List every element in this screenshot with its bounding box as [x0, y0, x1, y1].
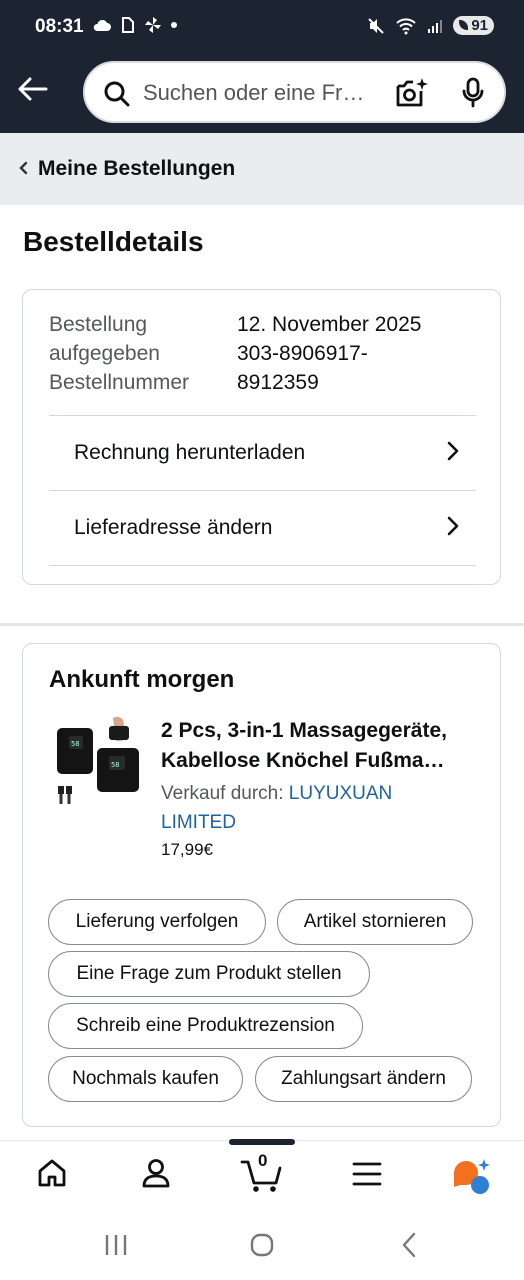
- home-icon[interactable]: [36, 1157, 68, 1189]
- page-title: Bestelldetails: [23, 226, 204, 257]
- app-header: 08:31 91: [0, 0, 524, 133]
- breadcrumb-label: Meine Bestellungen: [38, 157, 236, 180]
- active-tab-indicator: [229, 1139, 295, 1145]
- chevron-left-icon: [19, 161, 28, 174]
- product-title-line-2: Kabellose Knöchel Fußma…: [161, 749, 445, 772]
- order-number-value-2: 8912359: [237, 371, 319, 394]
- order-date-value: 12. November 2025: [237, 313, 422, 336]
- shipment-card: Ankunft morgen 58 58 2 Pcs, 3-in-1 Massa…: [22, 643, 501, 1127]
- wifi-icon: [396, 17, 417, 34]
- product-image[interactable]: 58 58: [51, 714, 143, 814]
- back-button-icon[interactable]: [400, 1232, 418, 1258]
- system-navigation-bar: [0, 1210, 524, 1280]
- breadcrumb[interactable]: Meine Bestellungen: [0, 133, 524, 205]
- cart-count: 0: [258, 1151, 268, 1170]
- change-payment-button[interactable]: Zahlungsart ändern: [255, 1056, 472, 1102]
- chevron-right-icon: [447, 441, 459, 461]
- download-invoice-label: Rechnung herunterladen: [74, 440, 306, 464]
- search-bar[interactable]: [83, 61, 506, 123]
- camera-search-icon[interactable]: [395, 77, 429, 109]
- microphone-icon[interactable]: [461, 77, 485, 109]
- svg-text:58: 58: [71, 740, 79, 748]
- battery-icon: 91: [453, 16, 494, 35]
- product-price: 17,99€: [161, 840, 213, 859]
- order-summary-card: Bestellung aufgegeben Bestellnummer 12. …: [22, 289, 501, 585]
- menu-icon[interactable]: [352, 1161, 382, 1187]
- search-icon: [104, 81, 130, 107]
- download-invoice-row[interactable]: Rechnung herunterladen: [49, 415, 476, 489]
- home-button-icon[interactable]: [250, 1233, 274, 1257]
- seller-info: Verkauf durch: LUYUXUAN LIMITED: [161, 779, 461, 837]
- seller-prefix: Verkauf durch:: [161, 783, 289, 804]
- recent-apps-icon[interactable]: [104, 1234, 128, 1256]
- svg-text:58: 58: [111, 761, 119, 769]
- order-number-value: 303-8906917-: [237, 342, 368, 365]
- order-date-label-2: aufgegeben: [49, 342, 160, 365]
- status-bar: 08:31 91: [0, 0, 524, 56]
- dot-icon: [171, 22, 177, 28]
- section-divider: [0, 623, 524, 626]
- signal-icon: [428, 19, 443, 33]
- search-input[interactable]: [143, 77, 383, 109]
- delivery-status: Ankunft morgen: [49, 666, 235, 693]
- seller-link[interactable]: LUYUXUAN: [289, 783, 392, 804]
- change-address-row[interactable]: Lieferadresse ändern: [49, 490, 476, 564]
- status-time: 08:31: [35, 16, 84, 37]
- divider: [49, 565, 476, 566]
- battery-level: 91: [471, 17, 488, 34]
- product-title-link[interactable]: 2 Pcs, 3-in-1 Massagegeräte, Kabellose K…: [161, 716, 481, 776]
- seller-link-2[interactable]: LIMITED: [161, 812, 236, 833]
- write-review-button[interactable]: Schreib eine Produktrezension: [48, 1003, 363, 1049]
- back-arrow-icon[interactable]: [16, 74, 50, 104]
- order-number-label: Bestellnummer: [49, 371, 190, 394]
- app-icon: [122, 17, 134, 33]
- order-date-label: Bestellung: [49, 313, 148, 336]
- cancel-item-button[interactable]: Artikel stornieren: [277, 899, 473, 945]
- mute-icon: [368, 17, 385, 34]
- change-address-label: Lieferadresse ändern: [74, 515, 273, 539]
- cloud-icon: [93, 19, 111, 31]
- buy-again-button[interactable]: Nochmals kaufen: [48, 1056, 243, 1102]
- bottom-navigation: 0: [0, 1139, 524, 1210]
- account-icon[interactable]: [140, 1157, 172, 1189]
- fan-icon: [145, 17, 161, 33]
- rufus-icon[interactable]: [450, 1157, 492, 1195]
- ask-product-question-button[interactable]: Eine Frage zum Produkt stellen: [48, 951, 370, 997]
- track-package-button[interactable]: Lieferung verfolgen: [48, 899, 266, 945]
- product-title-line-1: 2 Pcs, 3-in-1 Massagegeräte,: [161, 719, 447, 742]
- chevron-right-icon: [447, 516, 459, 536]
